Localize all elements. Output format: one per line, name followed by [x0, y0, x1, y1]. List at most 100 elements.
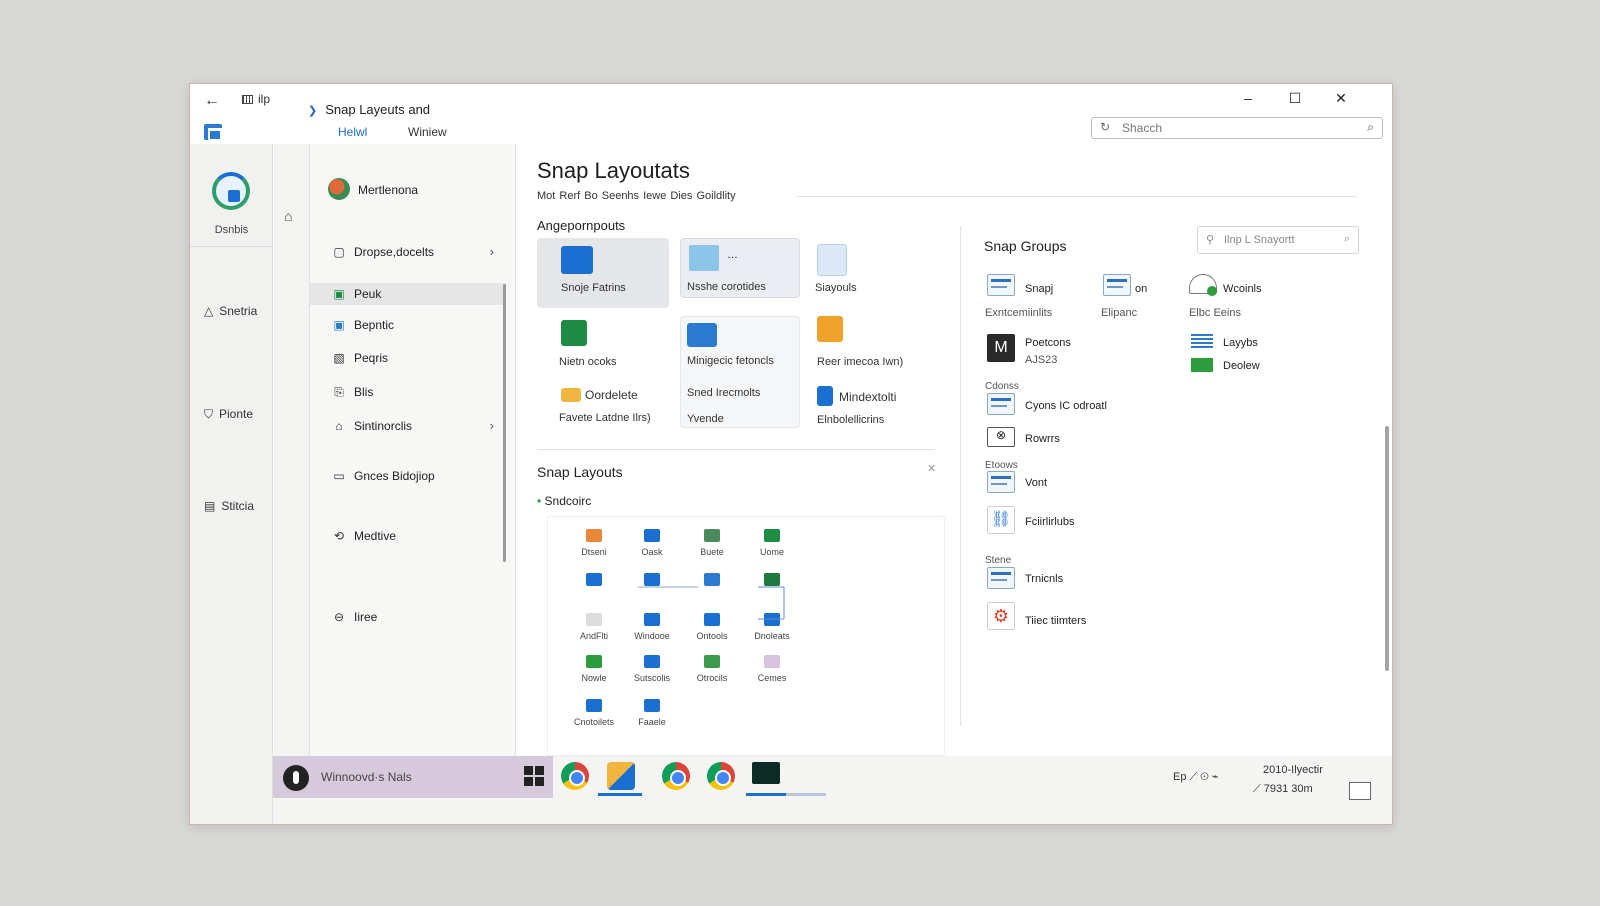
taskbar-pinned[interactable]: Winnoovd·s Nals	[273, 756, 553, 798]
rail-user-label: Dsnbis	[214, 224, 249, 236]
group-caption: Stene	[985, 555, 1012, 566]
app-label: Favete Latdne Ilrs)	[559, 412, 651, 424]
app-label: Snoje Fatrins	[561, 282, 626, 294]
calc-icon	[687, 323, 717, 347]
app-tile-2[interactable]: Siayouls	[815, 244, 885, 302]
start-orb-icon[interactable]	[283, 765, 309, 791]
tab-active[interactable]: Helwl	[338, 125, 367, 139]
apps-section-title: Angepornpouts	[537, 218, 626, 233]
windows-logo-icon[interactable]	[524, 766, 544, 786]
app-label: Elnbolellicrins	[817, 414, 885, 426]
pinned-label: Winnoovd·s Nals	[321, 770, 412, 784]
nav-item-5[interactable]: ⌂ Sintinorclis ›	[310, 415, 506, 437]
list-icon: ▤	[204, 499, 216, 513]
app-card-stack[interactable]: Minigecic fetoncls Sned Irecmolts Yvende	[680, 316, 800, 428]
group-2[interactable]: Wcoinls	[1223, 283, 1262, 295]
chrome-icon[interactable]	[707, 762, 735, 790]
nav-item-label: Medtive	[354, 529, 397, 543]
nav-item-7[interactable]: ⟲ Medtive	[310, 525, 506, 547]
app-menu[interactable]: ilp	[242, 92, 270, 106]
group-6[interactable]: Cyons IC odroatl	[1025, 400, 1107, 412]
search-icon[interactable]: ⌕	[1367, 120, 1374, 135]
minimize-button[interactable]: –	[1228, 90, 1268, 112]
sub-tabs[interactable]: Mot Rerf Bo Seenhs Iewe Dies Goildlity	[537, 190, 736, 202]
main-scrollbar[interactable]	[1385, 426, 1389, 671]
layout-icon	[987, 393, 1015, 415]
avatar[interactable]	[212, 172, 250, 210]
nav-item-label: Dropse,docelts	[354, 245, 435, 259]
search-refresh-icon: ↻	[1100, 120, 1111, 134]
close-button[interactable]: ✕	[1321, 90, 1361, 112]
folder-icon	[689, 245, 719, 271]
group-11[interactable]: Tiiec tiimters	[1025, 615, 1086, 627]
nav-scrollbar[interactable]	[503, 284, 506, 562]
list-icon	[1191, 334, 1213, 348]
nav-item-0[interactable]: ▢ Dropse,docelts ›	[310, 241, 506, 263]
copy-icon: ⎘	[334, 385, 344, 399]
app-icon[interactable]	[607, 762, 635, 790]
group-5[interactable]: Deolew	[1223, 360, 1260, 372]
grid-icon	[242, 95, 253, 104]
terminal-icon[interactable]	[752, 762, 780, 784]
group-title: on	[1135, 283, 1148, 295]
nav-item-6[interactable]: ▭ Gnces Bidojiop	[310, 465, 506, 487]
group-0[interactable]: Snapj	[1025, 283, 1053, 295]
rail-item-3[interactable]: ▤ Stitcia	[204, 499, 254, 513]
app-tile-1[interactable]: … Nsshe corotides	[680, 238, 800, 298]
window-tile-icon[interactable]	[204, 124, 222, 141]
chrome-icon[interactable]	[662, 762, 690, 790]
back-arrow-icon[interactable]: ←	[204, 92, 220, 110]
group-title: Vont	[1025, 477, 1048, 489]
rail-item-1[interactable]: △ Snetria	[204, 304, 257, 318]
history-icon: ⟲	[333, 529, 345, 543]
nav-item-8[interactable]: ⊖ Iiree	[310, 606, 506, 628]
search-input[interactable]: ↻ Shacch ⌕	[1091, 117, 1383, 139]
link-icon: ⛓	[987, 506, 1015, 534]
app-logo-icon: ❯	[308, 105, 318, 117]
column-divider	[960, 226, 961, 726]
group-7[interactable]: Rowrrs	[1025, 433, 1060, 445]
minus-circle-icon: ⊖	[333, 610, 345, 624]
group-caption: Etoows	[985, 460, 1018, 471]
nav-pane: Mertlenona ▢ Dropse,docelts › ▣ Peuk ▣ Bepnt…	[310, 144, 516, 824]
group-8[interactable]: Vont	[1025, 477, 1047, 489]
tray-icons[interactable]: Ep ⟋ ⊙ ⌁	[1173, 770, 1219, 784]
group-title: Fciirlirlubs	[1025, 516, 1075, 528]
layouts-subtitle: • Sndcoirc	[537, 494, 591, 508]
chevron-right-icon: ›	[489, 418, 494, 433]
nav-item-label: Iiree	[354, 610, 378, 624]
page-title: Snap Layoutats	[537, 158, 690, 183]
app-window: ← ilp ❯ Snap Layeuts and Helwl Winiew – ☐…	[189, 83, 1393, 825]
group-1[interactable]: on	[1135, 283, 1147, 295]
nav-item-3[interactable]: ▧ Peqris	[310, 347, 506, 369]
app-tile-0[interactable]: Snoje Fatrins	[537, 238, 669, 308]
chrome-icon[interactable]	[561, 762, 589, 790]
layouts-close-icon[interactable]: ✕	[927, 462, 936, 475]
tab-other[interactable]: Winiew	[408, 125, 447, 139]
picture-icon: ▧	[333, 351, 345, 365]
nav-item-2[interactable]: ▣ Bepntic	[310, 314, 506, 336]
rail-item-label: Snetria	[219, 304, 258, 318]
nav-user-name: Mertlenona	[358, 183, 419, 197]
left-rail: Dsnbis △ Snetria ⛉ Pionte ▤ Stitcia	[190, 144, 273, 824]
app-label: ilp	[258, 92, 271, 106]
home-icon[interactable]: ⌂	[284, 208, 292, 224]
app-label: Oordelete	[585, 388, 638, 402]
taskbar: Winnoovd·s Nals Ep ⟋ ⊙ ⌁ 2010-Ilyectir ⟋…	[273, 756, 1392, 824]
group-3[interactable]: Poetcons	[1025, 337, 1071, 349]
sheet-icon	[561, 320, 587, 346]
dot-icon: •	[537, 494, 545, 508]
nav-item-4[interactable]: ⎘ Blis	[310, 381, 506, 403]
layouts-grid: Dtseni Oask Buete Uome AndFlti Windooe Ontools…	[547, 516, 945, 756]
rail-item-2[interactable]: ⛉ Pionte	[204, 407, 253, 422]
user-avatar-icon	[328, 178, 350, 200]
nav-item-1[interactable]: ▣ Peuk	[310, 283, 506, 305]
maximize-button[interactable]: ☐	[1275, 90, 1315, 112]
search-icon: ⚲	[1206, 234, 1215, 246]
notification-icon[interactable]	[1349, 782, 1371, 800]
groups-search-input[interactable]: ⚲ Ilnp L Snayortt ⌕	[1197, 226, 1359, 254]
group-10[interactable]: Trnicnls	[1025, 573, 1063, 585]
nav-user[interactable]: Mertlenona	[328, 178, 418, 200]
group-4[interactable]: Layybs	[1223, 337, 1258, 349]
group-9[interactable]: Fciirlirlubs	[1025, 516, 1075, 528]
